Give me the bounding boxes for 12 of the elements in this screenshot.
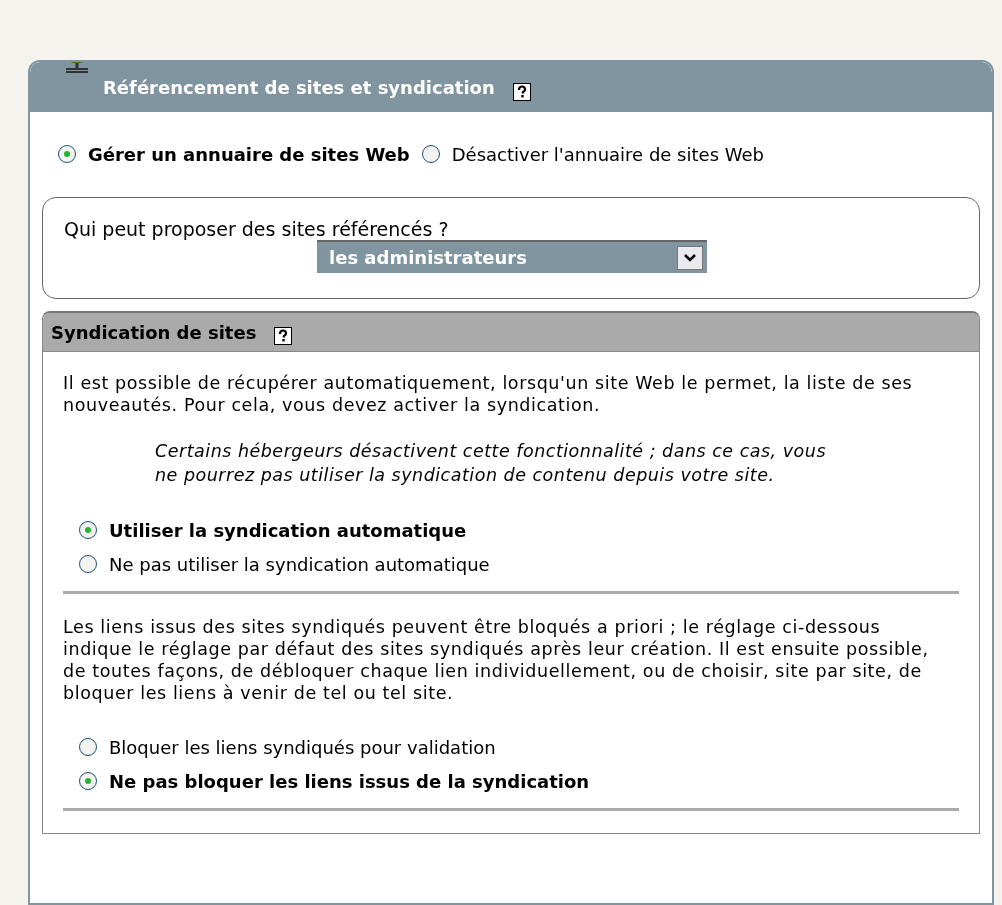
- panel-title: Référencement de sites et syndication: [103, 76, 495, 98]
- option-label[interactable]: Désactiver l'annuaire de sites Web: [451, 143, 764, 165]
- option-label[interactable]: Bloquer les liens syndiqués pour validation: [109, 736, 496, 758]
- option-label[interactable]: Ne pas bloquer les liens issus de la syndication: [109, 770, 590, 792]
- links-paragraph: Les liens issus des sites syndiqués peuvent être bloqués a priori ; le réglage ci-dessous indique le réglage par défaut des sites syndiqués après leur création. Il est ensuite possible, de toutes façons, de débloquer chaque lien individuellement, ou de choisir, site par site, de bloquer les liens à venir de tel ou tel site.: [63, 616, 930, 704]
- note-paragraph: Certains hébergeurs désactivent cette fonctionnalité ; dans ce cas, vous ne pourrez pas utiliser la syndication de contenu depuis votre site.: [155, 440, 828, 487]
- intro-paragraph: Il est possible de récupérer automatiquement, lorsqu'un site Web le permet, la liste de ses nouveautés. Pour cela, vous devez activer la syndication.: [63, 372, 914, 416]
- section-title: Syndication de sites: [51, 321, 257, 343]
- option-label[interactable]: Gérer un annuaire de sites Web: [88, 143, 410, 165]
- option-label[interactable]: Ne pas utiliser la syndication automatique: [109, 553, 490, 575]
- question-label: Qui peut proposer des sites référencés ?: [64, 218, 450, 240]
- option-label[interactable]: Utiliser la syndication automatique: [109, 519, 467, 541]
